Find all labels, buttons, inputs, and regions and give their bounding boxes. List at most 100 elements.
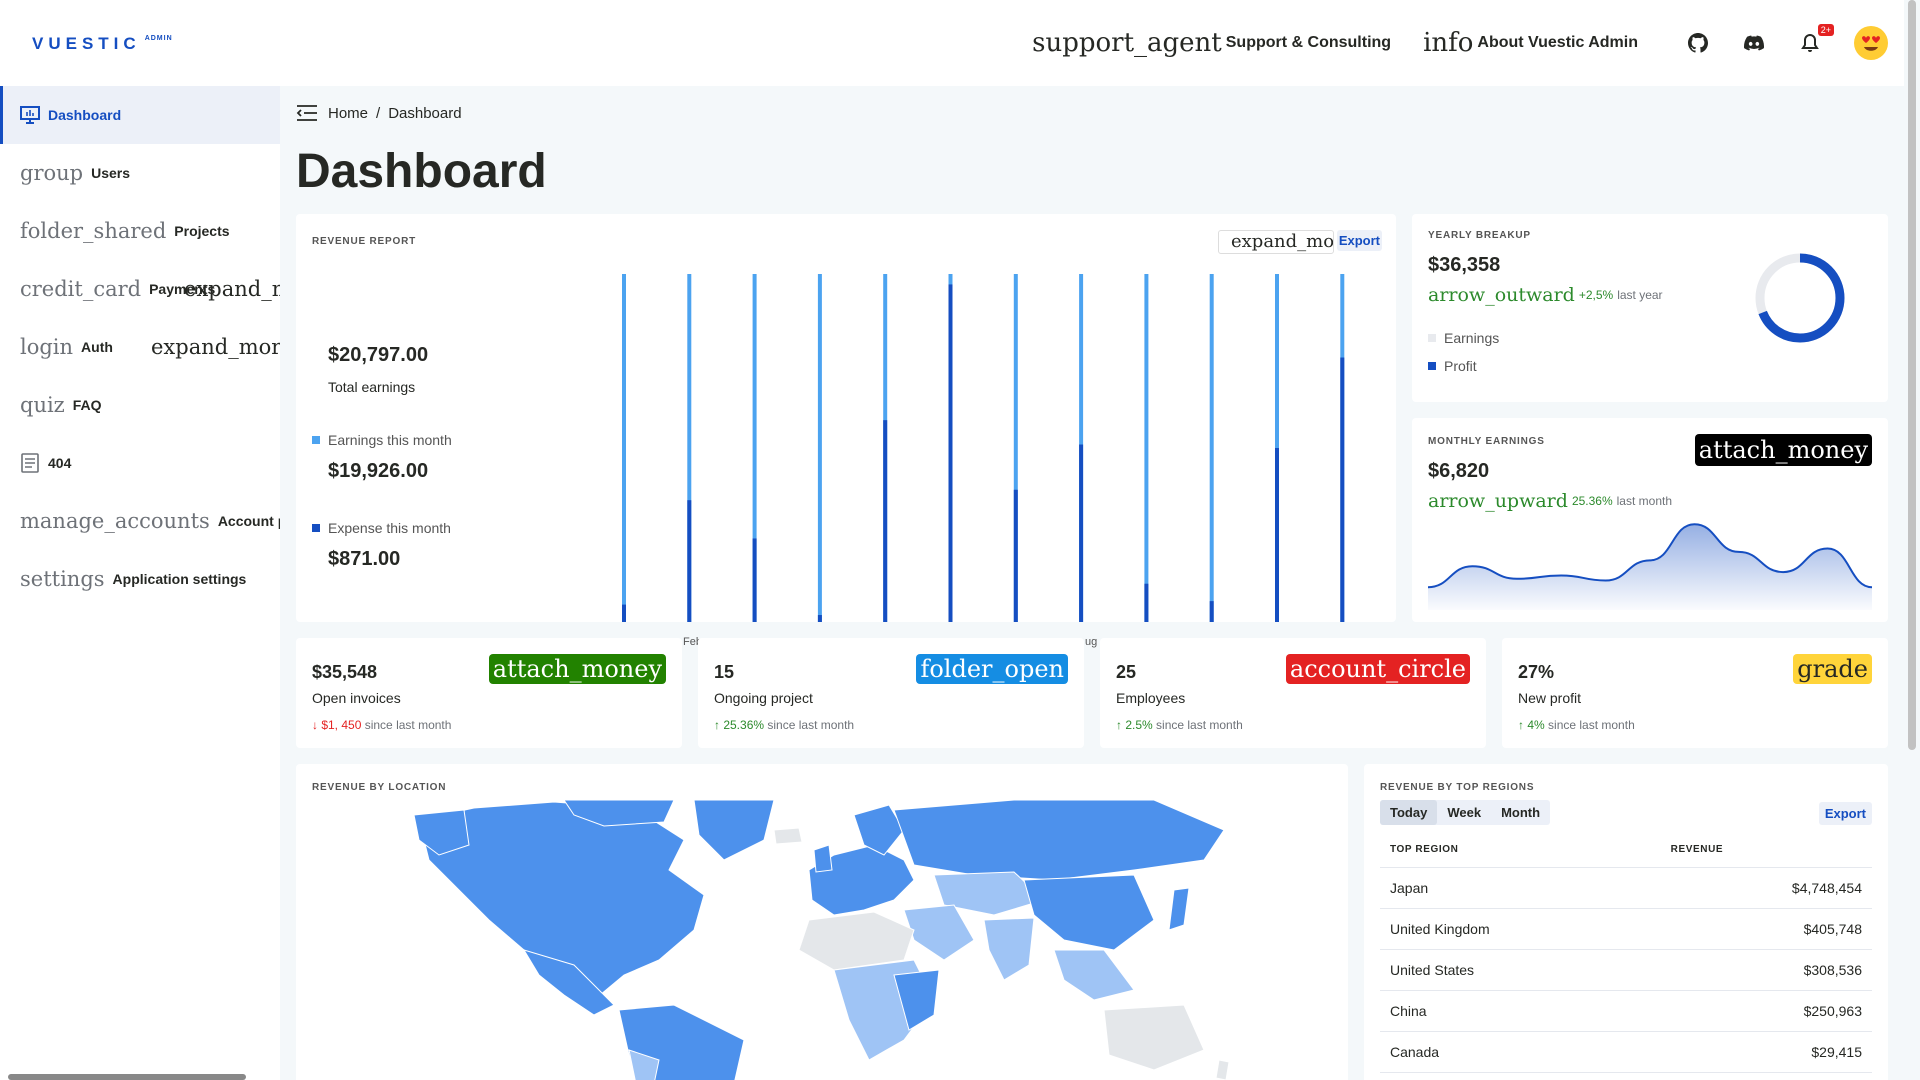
map-australia	[1103, 1004, 1205, 1071]
col-revenue[interactable]: REVENUE	[1660, 832, 1872, 868]
attach-money-icon: attach_money	[488, 654, 666, 684]
yearly-breakup-title: YEARLY BREAKUP	[1428, 230, 1531, 241]
expense-bar-8[interactable]	[1079, 444, 1084, 622]
stat-value: 15	[714, 662, 735, 682]
bell-icon[interactable]: 2+	[1798, 24, 1834, 55]
expense-bar-11[interactable]	[1275, 448, 1279, 622]
breadcrumb-current: Dashboard	[388, 104, 462, 122]
legend-earnings: Earnings	[1428, 330, 1499, 346]
stat-label: Ongoing project	[714, 690, 813, 706]
tab-today[interactable]: Today	[1380, 800, 1438, 825]
col-top-region[interactable]: TOP REGION	[1380, 832, 1661, 868]
expense-legend-dot	[312, 524, 320, 532]
revenue-report-card: REVENUE REPORT expand_more Export $20,79…	[296, 214, 1396, 648]
login-icon: login	[20, 335, 74, 359]
sidebar-item-users[interactable]: group Users	[0, 144, 280, 202]
earnings-bar-4[interactable]	[817, 274, 822, 622]
stat-change-text: since last month	[767, 718, 855, 732]
chevron-down-icon[interactable]: expand_more	[151, 335, 280, 359]
earnings-legend-dot	[312, 436, 320, 444]
vuestic-logo[interactable]: VUESTIC ADMIN	[32, 34, 173, 54]
total-earnings-value: $20,797.00	[328, 344, 429, 366]
monthly-earnings-card: MONTHLY EARNINGS $6,820 attach_money arr…	[1412, 418, 1888, 622]
map-north-africa	[798, 911, 915, 971]
manage-accounts-icon: manage_accounts	[20, 509, 210, 533]
profit-dot	[1428, 362, 1436, 370]
earnings-bar-10[interactable]	[1209, 274, 1214, 622]
region-revenue: $29,415	[1660, 1031, 1872, 1073]
breadcrumb-home[interactable]: Home	[328, 105, 368, 122]
period-select[interactable]: expand_more	[1218, 230, 1334, 254]
expense-bar-4[interactable]	[817, 615, 822, 622]
sparkline-area	[1428, 524, 1872, 610]
sidebar-label-auth: Auth	[81, 339, 113, 355]
expense-bar-5[interactable]	[883, 420, 888, 622]
about-link[interactable]: info About Vuestic Admin	[1423, 28, 1638, 58]
tab-week[interactable]: Week	[1437, 800, 1491, 825]
sidebar-item-account-preferences[interactable]: manage_accounts Account preferences	[0, 492, 280, 550]
expense-month-label: Expense this month	[328, 520, 451, 536]
total-earnings-label: Total earnings	[328, 379, 416, 395]
sidebar-item-application-settings[interactable]: settings Application settings	[0, 550, 280, 608]
logo-sub: ADMIN	[144, 35, 173, 42]
sidebar-label-account-preferences: Account preferences	[217, 513, 280, 529]
top-actions: support_agent Support & Consulting info …	[1032, 0, 1888, 86]
sidebar-item-404[interactable]: 404	[0, 434, 280, 492]
regions-export-button[interactable]: Export	[1818, 802, 1872, 825]
monthly-trend: arrow_upward 25.36% last month	[1428, 490, 1672, 512]
world-map[interactable]	[414, 800, 1234, 1080]
breadcrumb-separator: /	[376, 104, 381, 122]
stat-change-value: ↑ 4%	[1518, 718, 1545, 732]
expense-bar-3[interactable]	[752, 538, 757, 622]
sidebar-item-auth[interactable]: login Auth expand_more	[0, 318, 280, 376]
stat-value: 25	[1116, 662, 1137, 682]
expense-bar-6[interactable]	[948, 284, 953, 622]
chevron-down-icon[interactable]: expand_more	[184, 277, 280, 301]
monthly-earnings-title: MONTHLY EARNINGS	[1428, 436, 1545, 447]
expense-bar-1[interactable]	[622, 604, 626, 622]
expense-bar-12[interactable]	[1340, 357, 1345, 622]
expense-bar-2[interactable]	[687, 500, 692, 622]
table-row: Canada $29,415	[1380, 1031, 1872, 1073]
folder-open-icon: folder_open	[916, 654, 1068, 684]
expense-bar-9[interactable]	[1144, 583, 1149, 622]
github-icon[interactable]	[1686, 31, 1710, 55]
arrow-upward-icon: arrow_upward	[1428, 490, 1568, 512]
expense-bar-10[interactable]	[1209, 601, 1214, 622]
page-scrollbar[interactable]	[1906, 0, 1916, 1074]
expense-bar-7[interactable]	[1013, 489, 1018, 622]
stat-card-employees: 25 Employees ↑ 2.5% since last month acc…	[1100, 638, 1486, 748]
map-alaska	[414, 809, 470, 856]
info-icon: info	[1423, 28, 1474, 58]
region-name: United Kingdom	[1380, 908, 1661, 950]
support-link[interactable]: support_agent Support & Consulting	[1032, 28, 1391, 58]
dashboard-icon	[20, 106, 40, 124]
legend-earnings-label: Earnings	[1444, 330, 1500, 346]
stat-change: ↓ $1, 450 since last month	[312, 718, 451, 732]
monthly-trend-value: 25.36%	[1571, 494, 1613, 508]
avatar[interactable]	[1854, 26, 1888, 60]
sidebar-item-projects[interactable]: folder_shared Projects	[0, 202, 280, 260]
sidebar-item-dashboard[interactable]: Dashboard	[0, 86, 280, 144]
revenue-by-location-card: REVENUE BY LOCATION	[296, 764, 1348, 1080]
breadcrumb: Home / Dashboard	[296, 104, 462, 122]
revenue-export-button[interactable]: Export	[1336, 230, 1382, 251]
stat-card-new-profit: 27% New profit ↑ 4% since last month gra…	[1502, 638, 1888, 748]
discord-icon[interactable]	[1742, 31, 1766, 55]
tab-month[interactable]: Month	[1491, 800, 1550, 825]
region-revenue: $405,748	[1660, 908, 1872, 950]
stat-label: Employees	[1116, 690, 1186, 706]
earnings-bar-9[interactable]	[1144, 274, 1149, 622]
collapse-sidebar-icon[interactable]	[296, 104, 318, 122]
sidebar-label-projects: Projects	[174, 223, 230, 239]
sidebar-scrollbar[interactable]	[8, 1074, 246, 1080]
logo-word: VUESTIC	[32, 34, 141, 53]
sidebar-item-payments[interactable]: credit_card Payments expand_more	[0, 260, 280, 318]
map-iceland	[773, 827, 803, 845]
earnings-bar-1[interactable]	[622, 274, 626, 622]
page-scrollbar-thumb[interactable]	[1908, 0, 1916, 750]
sidebar-item-faq[interactable]: quiz FAQ	[0, 376, 280, 434]
map-russia	[893, 800, 1225, 881]
account-circle-icon: account_circle	[1285, 654, 1470, 684]
quiz-icon: quiz	[20, 393, 65, 417]
